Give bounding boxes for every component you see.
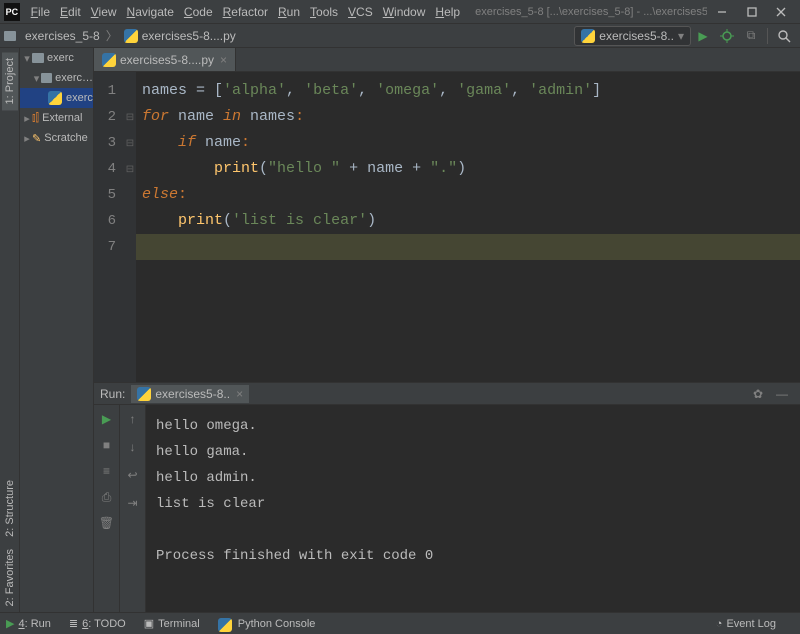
code-line[interactable]: if name: [136, 130, 800, 156]
debug-button[interactable] [715, 24, 739, 48]
menu-window[interactable]: Window [378, 5, 431, 19]
run-tab-label: exercises5-8.. [155, 387, 230, 401]
scroll-to-end-button[interactable]: ⇥ [123, 493, 143, 513]
run-config-label: exercises5-8.. [599, 29, 674, 43]
menu-code[interactable]: Code [179, 5, 218, 19]
editor-tabs: exercises5-8....py × [94, 48, 800, 72]
python-console-tool-button[interactable]: Python Console [218, 618, 316, 630]
tree-file[interactable]: exerc [20, 88, 93, 108]
event-log-button[interactable]: ◔Event Log [716, 618, 776, 630]
title-bar: PC FileEditViewNavigateCodeRefactorRunTo… [0, 0, 800, 24]
code-line[interactable]: else: [136, 182, 800, 208]
tree-scratches[interactable]: ▸✎ Scratche [20, 128, 93, 148]
python-icon [124, 29, 138, 43]
run-left-toolbar-2: ↑ ↓ ↩ ⇥ [120, 405, 146, 612]
chevron-down-icon: ▾ [678, 29, 684, 43]
console-line: hello admin. [156, 465, 790, 491]
menu-refactor[interactable]: Refactor [218, 5, 273, 19]
favorites-tool-tab[interactable]: 2: Favorites [2, 543, 18, 612]
console-output[interactable]: hello omega.hello gama.hello admin.list … [146, 405, 800, 612]
settings-icon[interactable]: ✿ [746, 382, 770, 406]
left-stripe: 1: Project 2: Structure 2: Favorites [0, 48, 20, 612]
menu-help[interactable]: Help [430, 5, 465, 19]
breadcrumb-project[interactable]: exercises_5-8 [25, 29, 100, 43]
python-icon [102, 53, 116, 67]
terminal-tool-button[interactable]: ▣Terminal [144, 617, 200, 630]
layout-button[interactable]: ≡ [97, 461, 117, 481]
run-header: Run: exercises5-8.. × ✿ — [94, 383, 800, 405]
editor-tab-label: exercises5-8....py [120, 53, 214, 67]
tree-root[interactable]: ▾exerc [20, 48, 93, 68]
menu-tools[interactable]: Tools [305, 5, 343, 19]
hide-button[interactable]: — [770, 382, 794, 406]
menu-file[interactable]: File [26, 5, 55, 19]
fold-gutter: ⊟⊟⊟ [124, 72, 136, 382]
minimize-button[interactable] [707, 1, 737, 23]
console-line [156, 517, 790, 543]
code-line[interactable] [136, 234, 800, 260]
run-left-toolbar: ▶ ■ ≡ ⎙ 🗑 [94, 405, 120, 612]
main-menu: FileEditViewNavigateCodeRefactorRunTools… [26, 5, 465, 19]
run-tool-button[interactable]: ▶4: 4: RunRun [6, 617, 51, 630]
main-area: 1: Project 2: Structure 2: Favorites ▾ex… [0, 48, 800, 612]
close-button[interactable] [766, 1, 796, 23]
line-number-gutter: 1234567 [94, 72, 124, 382]
code-editor[interactable]: 1234567 ⊟⊟⊟ names = ['alpha', 'beta', 'o… [94, 72, 800, 382]
editor-tab[interactable]: exercises5-8....py × [94, 48, 236, 71]
app-logo: PC [4, 3, 20, 21]
run-label: Run: [100, 387, 125, 401]
structure-tool-tab[interactable]: 2: Structure [2, 474, 18, 543]
maximize-button[interactable] [737, 1, 767, 23]
stop-button[interactable]: ■ [97, 435, 117, 455]
soft-wrap-button[interactable]: ↩ [123, 465, 143, 485]
python-icon [581, 29, 595, 43]
menu-edit[interactable]: Edit [55, 5, 86, 19]
code-line[interactable]: names = ['alpha', 'beta', 'omega', 'gama… [136, 78, 800, 104]
menu-vcs[interactable]: VCS [343, 5, 378, 19]
navigation-bar: exercises_5-8 〉 exercises5-8....py exerc… [0, 24, 800, 48]
editor-and-output: exercises5-8....py × 1234567 ⊟⊟⊟ names =… [94, 48, 800, 612]
down-button[interactable]: ↓ [123, 437, 143, 457]
tree-external-libs[interactable]: ▸⫾⫿ External [20, 108, 93, 128]
close-icon[interactable]: × [236, 387, 243, 401]
code-area[interactable]: names = ['alpha', 'beta', 'omega', 'gama… [136, 72, 800, 382]
console-line: list is clear [156, 491, 790, 517]
project-tool-window: ▾exerc ▾exerc… exerc ▸⫾⫿ External ▸✎ Scr… [20, 48, 94, 612]
search-everywhere-button[interactable] [772, 24, 796, 48]
todo-tool-button[interactable]: ≣6: TODO [69, 617, 126, 630]
close-icon[interactable]: × [220, 53, 227, 67]
run-tab[interactable]: exercises5-8.. × [131, 385, 249, 403]
menu-navigate[interactable]: Navigate [122, 5, 179, 19]
run-with-coverage-button[interactable]: ⧉ [739, 24, 763, 48]
rerun-button[interactable]: ▶ [97, 409, 117, 429]
folder-icon [4, 31, 16, 41]
code-line[interactable]: print("hello " + name + ".") [136, 156, 800, 182]
menu-view[interactable]: View [86, 5, 122, 19]
window-title: exercises_5-8 [...\exercises_5-8] - ...\… [475, 6, 707, 18]
bottom-tool-stripe: ▶4: 4: RunRun ≣6: TODO ▣Terminal Python … [0, 612, 800, 634]
code-line[interactable]: for name in names: [136, 104, 800, 130]
console-line: hello gama. [156, 439, 790, 465]
menu-run[interactable]: Run [273, 5, 305, 19]
tree-folder[interactable]: ▾exerc… [20, 68, 93, 88]
up-button[interactable]: ↑ [123, 409, 143, 429]
python-icon [137, 387, 151, 401]
run-button[interactable]: ▶ [691, 24, 715, 48]
code-line[interactable]: print('list is clear') [136, 208, 800, 234]
console-line: Process finished with exit code 0 [156, 543, 790, 569]
pin-button[interactable]: ⎙ [97, 487, 117, 507]
breadcrumb-file[interactable]: exercises5-8....py [142, 29, 236, 43]
run-tool-window: Run: exercises5-8.. × ✿ — ▶ ■ ≡ ⎙ 🗑 [94, 382, 800, 612]
trash-button[interactable]: 🗑 [97, 513, 117, 533]
run-config-selector[interactable]: exercises5-8.. ▾ [574, 26, 691, 46]
project-tool-tab[interactable]: 1: Project [2, 52, 18, 110]
console-line: hello omega. [156, 413, 790, 439]
